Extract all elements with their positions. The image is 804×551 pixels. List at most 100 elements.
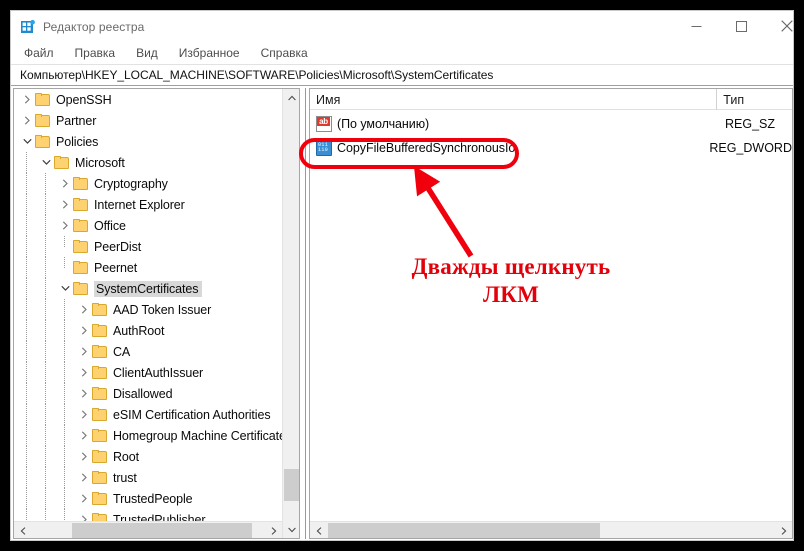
tree-node-label: TrustedPublisher <box>113 512 206 522</box>
tree-node-openssh[interactable]: OpenSSH <box>14 89 282 110</box>
tree-twisty-collapsed-icon[interactable] <box>19 89 35 110</box>
folder-icon <box>73 260 89 275</box>
tree-node-label: Homegroup Machine Certificate <box>113 428 282 443</box>
tree-node-label: Cryptography <box>94 176 168 191</box>
folder-icon <box>73 239 89 254</box>
tree-twisty-none-icon[interactable] <box>57 236 73 257</box>
folder-icon <box>92 323 108 338</box>
tree-twisty-collapsed-icon[interactable] <box>76 341 92 362</box>
tree-node-label: trust <box>113 470 137 485</box>
tree-node-label: AAD Token Issuer <box>113 302 212 317</box>
tree-node-label: Disallowed <box>113 386 173 401</box>
tree-twisty-collapsed-icon[interactable] <box>76 299 92 320</box>
tree-twisty-collapsed-icon[interactable] <box>76 362 92 383</box>
column-header-type[interactable]: Тип <box>716 89 792 110</box>
tree-twisty-collapsed-icon[interactable] <box>76 404 92 425</box>
tree-node-label: CA <box>113 344 131 359</box>
registry-editor-icon <box>20 19 36 35</box>
folder-icon <box>73 218 89 233</box>
tree-node-partner[interactable]: Partner <box>14 110 282 131</box>
annotation-text-line-1: Дважды щелкнуть <box>411 254 611 279</box>
folder-icon <box>92 491 108 506</box>
menu-item-help[interactable]: Справка <box>259 45 310 61</box>
tree-node-label: PeerDist <box>94 239 142 254</box>
tree-twisty-none-icon[interactable] <box>57 257 73 278</box>
values-scroll-right-arrow[interactable] <box>775 522 792 538</box>
tree-node-label: Partner <box>56 113 97 128</box>
tree-hscroll-thumb[interactable] <box>72 523 252 538</box>
registry-tree-pane[interactable]: OpenSSH Partner Policies Microsoft Cryptogra… <box>13 88 300 539</box>
tree-scroll-thumb[interactable] <box>284 469 299 501</box>
tree-twisty-collapsed-icon[interactable] <box>76 446 92 467</box>
tree-twisty-collapsed-icon[interactable] <box>76 425 92 446</box>
minimize-button[interactable] <box>674 11 719 41</box>
folder-icon <box>73 197 89 212</box>
address-bar[interactable]: Компьютер\HKEY_LOCAL_MACHINE\SOFTWARE\Po… <box>11 64 793 86</box>
tree-node-internet-explorer[interactable]: Internet Explorer <box>14 194 282 215</box>
menu-item-favorites[interactable]: Избранное <box>177 45 242 61</box>
tree-scroll-right-arrow[interactable] <box>265 522 282 538</box>
tree-vertical-scrollbar[interactable] <box>282 89 299 538</box>
value-row-default[interactable]: ab (По умолчанию) REG_SZ <box>310 112 792 136</box>
tree-node-trustedpeople[interactable]: TrustedPeople <box>14 488 282 509</box>
folder-icon <box>92 512 108 521</box>
close-button[interactable] <box>764 11 793 41</box>
tree-twisty-collapsed-icon[interactable] <box>57 173 73 194</box>
tree-twisty-collapsed-icon[interactable] <box>57 215 73 236</box>
tree-twisty-collapsed-icon[interactable] <box>76 488 92 509</box>
tree-node-authroot[interactable]: AuthRoot <box>14 320 282 341</box>
column-header-name[interactable]: Имя <box>310 89 716 110</box>
tree-node-label: Office <box>94 218 126 233</box>
tree-node-peernet[interactable]: Peernet <box>14 257 282 278</box>
menu-bar: Файл Правка Вид Избранное Справка <box>11 42 793 64</box>
tree-node-trustedpublisher[interactable]: TrustedPublisher <box>14 509 282 521</box>
tree-node-esim-certification-authorities[interactable]: eSIM Certification Authorities <box>14 404 282 425</box>
tree-node-root[interactable]: Root <box>14 446 282 467</box>
tree-node-label: ClientAuthIssuer <box>113 365 204 380</box>
folder-icon <box>92 428 108 443</box>
tree-node-homegroup-machine-certificate[interactable]: Homegroup Machine Certificate <box>14 425 282 446</box>
tree-scroll-left-arrow[interactable] <box>14 522 31 538</box>
tree-node-clientauthissuer[interactable]: ClientAuthIssuer <box>14 362 282 383</box>
tree-node-label: SystemCertificates <box>94 280 203 297</box>
tree-node-ca[interactable]: CA <box>14 341 282 362</box>
values-hscroll-thumb[interactable] <box>328 523 600 538</box>
maximize-button[interactable] <box>719 11 764 41</box>
tree-node-policies[interactable]: Policies <box>14 131 282 152</box>
tree-scroll-up-arrow[interactable] <box>283 89 299 106</box>
tree-horizontal-scrollbar[interactable] <box>14 521 282 538</box>
tree-node-aad-token-issuer[interactable]: AAD Token Issuer <box>14 299 282 320</box>
tree-twisty-expanded-icon[interactable] <box>19 131 35 152</box>
tree-twisty-expanded-icon[interactable] <box>38 152 54 173</box>
tree-node-cryptography[interactable]: Cryptography <box>14 173 282 194</box>
tree-node-trust[interactable]: trust <box>14 467 282 488</box>
tree-twisty-collapsed-icon[interactable] <box>76 320 92 341</box>
tree-twisty-collapsed-icon[interactable] <box>57 194 73 215</box>
tree-node-systemcertificates[interactable]: SystemCertificates <box>14 278 282 299</box>
tree-node-label: Policies <box>56 134 99 149</box>
folder-icon <box>92 365 108 380</box>
folder-icon <box>92 386 108 401</box>
values-scroll-left-arrow[interactable] <box>310 522 327 538</box>
tree-node-disallowed[interactable]: Disallowed <box>14 383 282 404</box>
menu-item-edit[interactable]: Правка <box>73 45 118 61</box>
menu-item-view[interactable]: Вид <box>134 45 160 61</box>
tree-twisty-collapsed-icon[interactable] <box>19 110 35 131</box>
value-type: REG_SZ <box>725 117 776 131</box>
menu-item-file[interactable]: Файл <box>22 45 56 61</box>
tree-node-microsoft[interactable]: Microsoft <box>14 152 282 173</box>
tree-node-peerdist[interactable]: PeerDist <box>14 236 282 257</box>
tree-scroll-down-arrow[interactable] <box>283 521 299 538</box>
tree-node-label: Internet Explorer <box>94 197 185 212</box>
tree-twisty-collapsed-icon[interactable] <box>76 467 92 488</box>
values-horizontal-scrollbar[interactable] <box>310 521 792 538</box>
tree-twisty-collapsed-icon[interactable] <box>76 383 92 404</box>
tree-node-label: Microsoft <box>75 155 125 170</box>
tree-twisty-expanded-icon[interactable] <box>57 278 73 299</box>
value-name: (По умолчанию) <box>337 117 430 131</box>
tree-node-label: TrustedPeople <box>113 491 193 506</box>
folder-icon <box>92 302 108 317</box>
tree-node-office[interactable]: Office <box>14 215 282 236</box>
tree-twisty-collapsed-icon[interactable] <box>76 509 92 521</box>
tree-node-label: Root <box>113 449 140 464</box>
